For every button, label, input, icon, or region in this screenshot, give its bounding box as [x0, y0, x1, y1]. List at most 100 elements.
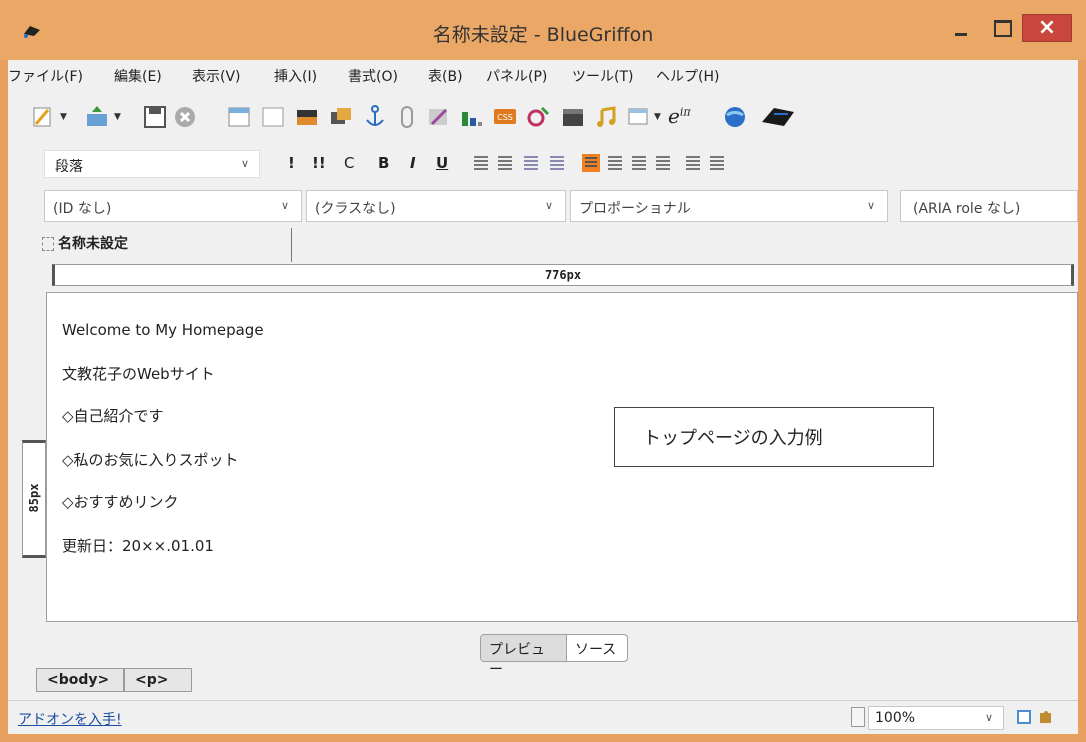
- image-icon[interactable]: [294, 104, 320, 130]
- audio-video-icon[interactable]: [426, 104, 452, 130]
- content-line[interactable]: ◇私のお気に入りスポット: [62, 449, 239, 470]
- breadcrumb-p[interactable]: <p>: [124, 668, 192, 692]
- addon-puzzle-icon[interactable]: [1038, 709, 1054, 725]
- menu-format[interactable]: 書式(O): [348, 66, 398, 86]
- globe-icon[interactable]: [722, 104, 748, 130]
- underline-button[interactable]: U: [436, 154, 448, 172]
- link-icon[interactable]: [394, 104, 420, 130]
- css-icon[interactable]: CSS: [492, 104, 518, 130]
- fullscreen-icon[interactable]: [1016, 709, 1032, 725]
- math-formula-icon[interactable]: eiπ: [668, 104, 691, 128]
- paragraph-style-value: 段落: [55, 159, 83, 175]
- font-select-value: プロポーショナル: [579, 201, 691, 217]
- css-icon-label: CSS: [497, 113, 513, 122]
- close-document-icon[interactable]: [172, 104, 198, 130]
- zoom-value: 100%: [875, 710, 916, 726]
- document-icon: [42, 237, 54, 251]
- content-line[interactable]: ◇おすすめリンク: [62, 491, 179, 512]
- height-ruler[interactable]: 85px: [22, 440, 46, 558]
- font-select[interactable]: プロポーショナル ∨: [570, 190, 888, 222]
- class-select[interactable]: (クラスなし) ∨: [306, 190, 566, 222]
- minimize-button[interactable]: [946, 14, 976, 42]
- chevron-down-icon: ∨: [984, 711, 993, 724]
- content-line[interactable]: Welcome to My Homepage: [62, 321, 264, 339]
- chevron-down-icon: ∨: [240, 157, 249, 170]
- menu-help[interactable]: ヘルプ(H): [656, 66, 719, 86]
- title-bar[interactable]: 名称未設定 - BlueGriffon: [0, 0, 1086, 60]
- tab-untitled[interactable]: 名称未設定: [38, 228, 292, 262]
- menu-panel[interactable]: パネル(P): [486, 66, 547, 86]
- chart-icon[interactable]: [458, 104, 484, 130]
- main-toolbar: ▼ ▼ CSS ▼ eiπ: [8, 90, 1078, 140]
- picture-gallery-icon[interactable]: [328, 104, 354, 130]
- unordered-list-icon[interactable]: [474, 156, 488, 170]
- align-left-icon[interactable]: [582, 154, 600, 172]
- ordered-list-icon[interactable]: [498, 156, 512, 170]
- breadcrumb-body[interactable]: <body>: [36, 668, 124, 692]
- indent-icon[interactable]: [686, 156, 700, 170]
- new-document-icon[interactable]: [30, 104, 56, 130]
- math-formula-base: e: [668, 104, 680, 128]
- open-icon[interactable]: [84, 104, 110, 130]
- open-dropdown-icon[interactable]: ▼: [114, 112, 121, 122]
- chevron-down-icon: ∨: [544, 199, 553, 212]
- anchor-icon[interactable]: [362, 104, 388, 130]
- bold-button[interactable]: B: [378, 154, 389, 172]
- chevron-down-icon: ∨: [866, 199, 875, 212]
- aria-role-select-value: (ARIA role なし): [913, 201, 1021, 217]
- paragraph-style-select[interactable]: 段落 ∨: [44, 150, 260, 178]
- video-clapper-icon[interactable]: [560, 104, 586, 130]
- music-note-icon[interactable]: [594, 104, 620, 130]
- zoom-stepper[interactable]: [851, 707, 865, 727]
- align-right-icon[interactable]: [632, 156, 646, 170]
- align-justify-icon[interactable]: [656, 156, 670, 170]
- menu-file[interactable]: ファイル(F): [8, 66, 83, 86]
- style-properties-icon[interactable]: [526, 104, 552, 130]
- menu-table[interactable]: 表(B): [428, 66, 463, 86]
- width-ruler-label: 776px: [544, 268, 582, 282]
- annotation-callout: トップページの入力例: [614, 407, 934, 467]
- maximize-button[interactable]: [986, 14, 1016, 42]
- definition-term-icon[interactable]: [550, 156, 564, 170]
- content-line[interactable]: 文教花子のWebサイト: [62, 363, 215, 384]
- aria-role-select[interactable]: (ARIA role なし): [900, 190, 1078, 222]
- save-icon[interactable]: [142, 104, 168, 130]
- view-toggle: プレビュー ソース: [480, 634, 628, 678]
- italic-button[interactable]: I: [410, 154, 416, 172]
- client-area: ファイル(F) 編集(E) 表示(V) 挿入(I) 書式(O) 表(B) パネル…: [8, 60, 1078, 734]
- content-line[interactable]: 更新日：20××.01.01: [62, 535, 214, 556]
- menu-insert[interactable]: 挿入(I): [274, 66, 317, 86]
- menu-edit[interactable]: 編集(E): [114, 66, 162, 86]
- preview-tab[interactable]: プレビュー: [481, 635, 567, 678]
- source-tab[interactable]: ソース: [567, 635, 627, 661]
- content-line[interactable]: ◇自己紹介です: [62, 405, 164, 426]
- outdent-icon[interactable]: [710, 156, 724, 170]
- width-ruler[interactable]: 776px: [52, 264, 1074, 286]
- chevron-down-icon: ∨: [280, 199, 289, 212]
- bluegriffon-bird-icon[interactable]: [758, 104, 798, 130]
- menu-tools[interactable]: ツール(T): [572, 66, 633, 86]
- align-center-icon[interactable]: [608, 156, 622, 170]
- definition-list-icon[interactable]: [524, 156, 538, 170]
- menu-bar: ファイル(F) 編集(E) 表示(V) 挿入(I) 書式(O) 表(B) パネル…: [8, 60, 1078, 90]
- emphasis-button[interactable]: !: [288, 154, 295, 172]
- close-button[interactable]: [1022, 14, 1072, 42]
- app-window: 名称未設定 - BlueGriffon ファイル(F) 編集(E) 表示(V) …: [0, 0, 1086, 742]
- table-icon[interactable]: [226, 104, 252, 130]
- id-select[interactable]: (ID なし) ∨: [44, 190, 302, 222]
- code-button[interactable]: C: [344, 154, 354, 172]
- window-title: 名称未設定 - BlueGriffon: [432, 24, 654, 46]
- zoom-select[interactable]: 100% ∨: [868, 706, 1004, 730]
- document-tabs: 名称未設定: [8, 228, 1078, 262]
- math-formula-exponent: iπ: [679, 105, 691, 119]
- menu-view[interactable]: 表示(V): [192, 66, 241, 86]
- insert-dropdown-icon[interactable]: ▼: [654, 112, 661, 122]
- window-frame-icon[interactable]: [626, 104, 652, 130]
- format-toolbar: 段落 ∨ ! !! C B I U: [8, 144, 1078, 182]
- tab-label: 名称未設定: [58, 236, 128, 252]
- form-icon[interactable]: [260, 104, 286, 130]
- get-addons-link[interactable]: アドオンを入手!: [18, 709, 122, 729]
- strong-emphasis-button[interactable]: !!: [312, 154, 326, 172]
- class-select-value: (クラスなし): [315, 201, 396, 217]
- new-dropdown-icon[interactable]: ▼: [60, 112, 67, 122]
